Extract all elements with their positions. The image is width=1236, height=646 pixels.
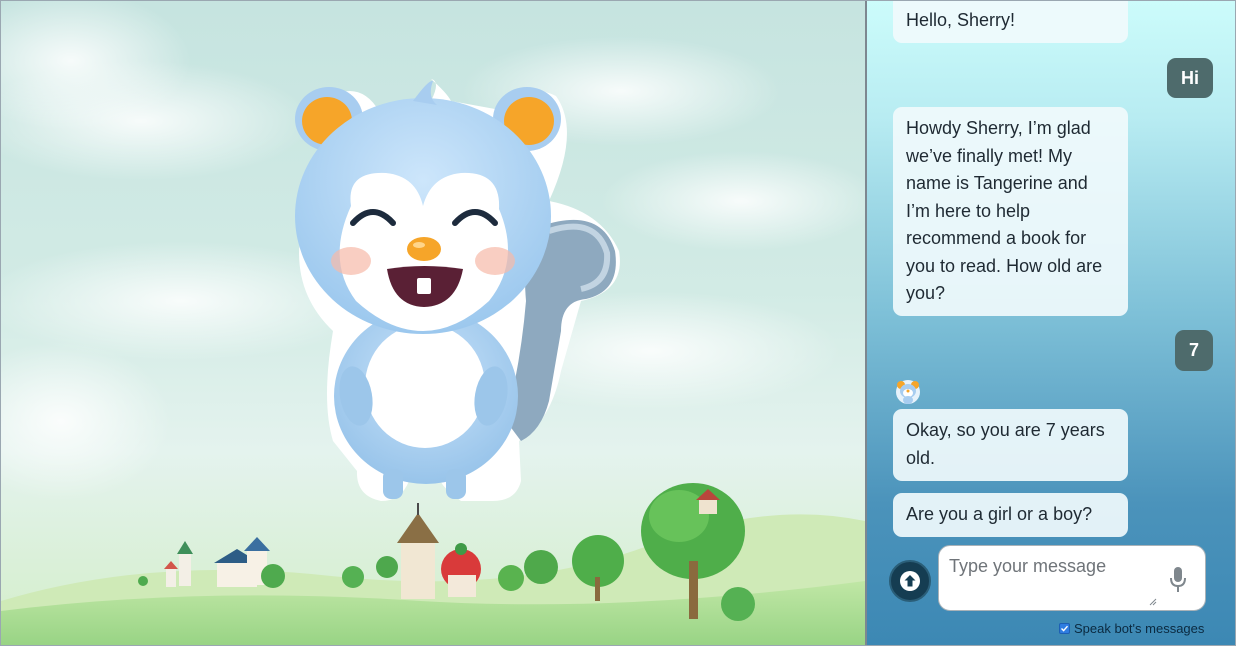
- app-frame: Hello, Sherry! Hi Howdy Sherry, I’m glad…: [0, 0, 1236, 646]
- user-message: Hi: [1167, 58, 1213, 98]
- bot-message: Okay, so you are 7 years old.: [893, 409, 1128, 481]
- scene-background: [1, 1, 865, 645]
- checkmark-icon: [1061, 625, 1069, 632]
- scene-illustration: [1, 1, 865, 645]
- bot-message: Are you a girl or a boy?: [893, 493, 1128, 537]
- message-input[interactable]: [949, 556, 1149, 596]
- bot-message: Hello, Sherry!: [893, 1, 1128, 43]
- arrow-up-icon: [900, 571, 920, 591]
- user-message: 7: [1175, 330, 1213, 371]
- speak-messages-toggle[interactable]: Speak bot's messages: [1059, 621, 1204, 636]
- microphone-icon[interactable]: [1169, 566, 1187, 594]
- chat-panel: Hello, Sherry! Hi Howdy Sherry, I’m glad…: [865, 1, 1235, 645]
- send-button[interactable]: [889, 560, 931, 602]
- bot-message: Howdy Sherry, I’m glad we’ve finally met…: [893, 107, 1128, 316]
- speak-checkbox[interactable]: [1059, 623, 1070, 634]
- resize-grip-icon[interactable]: [1149, 598, 1157, 606]
- squirrel-avatar-icon: [895, 379, 921, 405]
- message-input-container: [938, 545, 1206, 611]
- speak-label: Speak bot's messages: [1074, 621, 1205, 636]
